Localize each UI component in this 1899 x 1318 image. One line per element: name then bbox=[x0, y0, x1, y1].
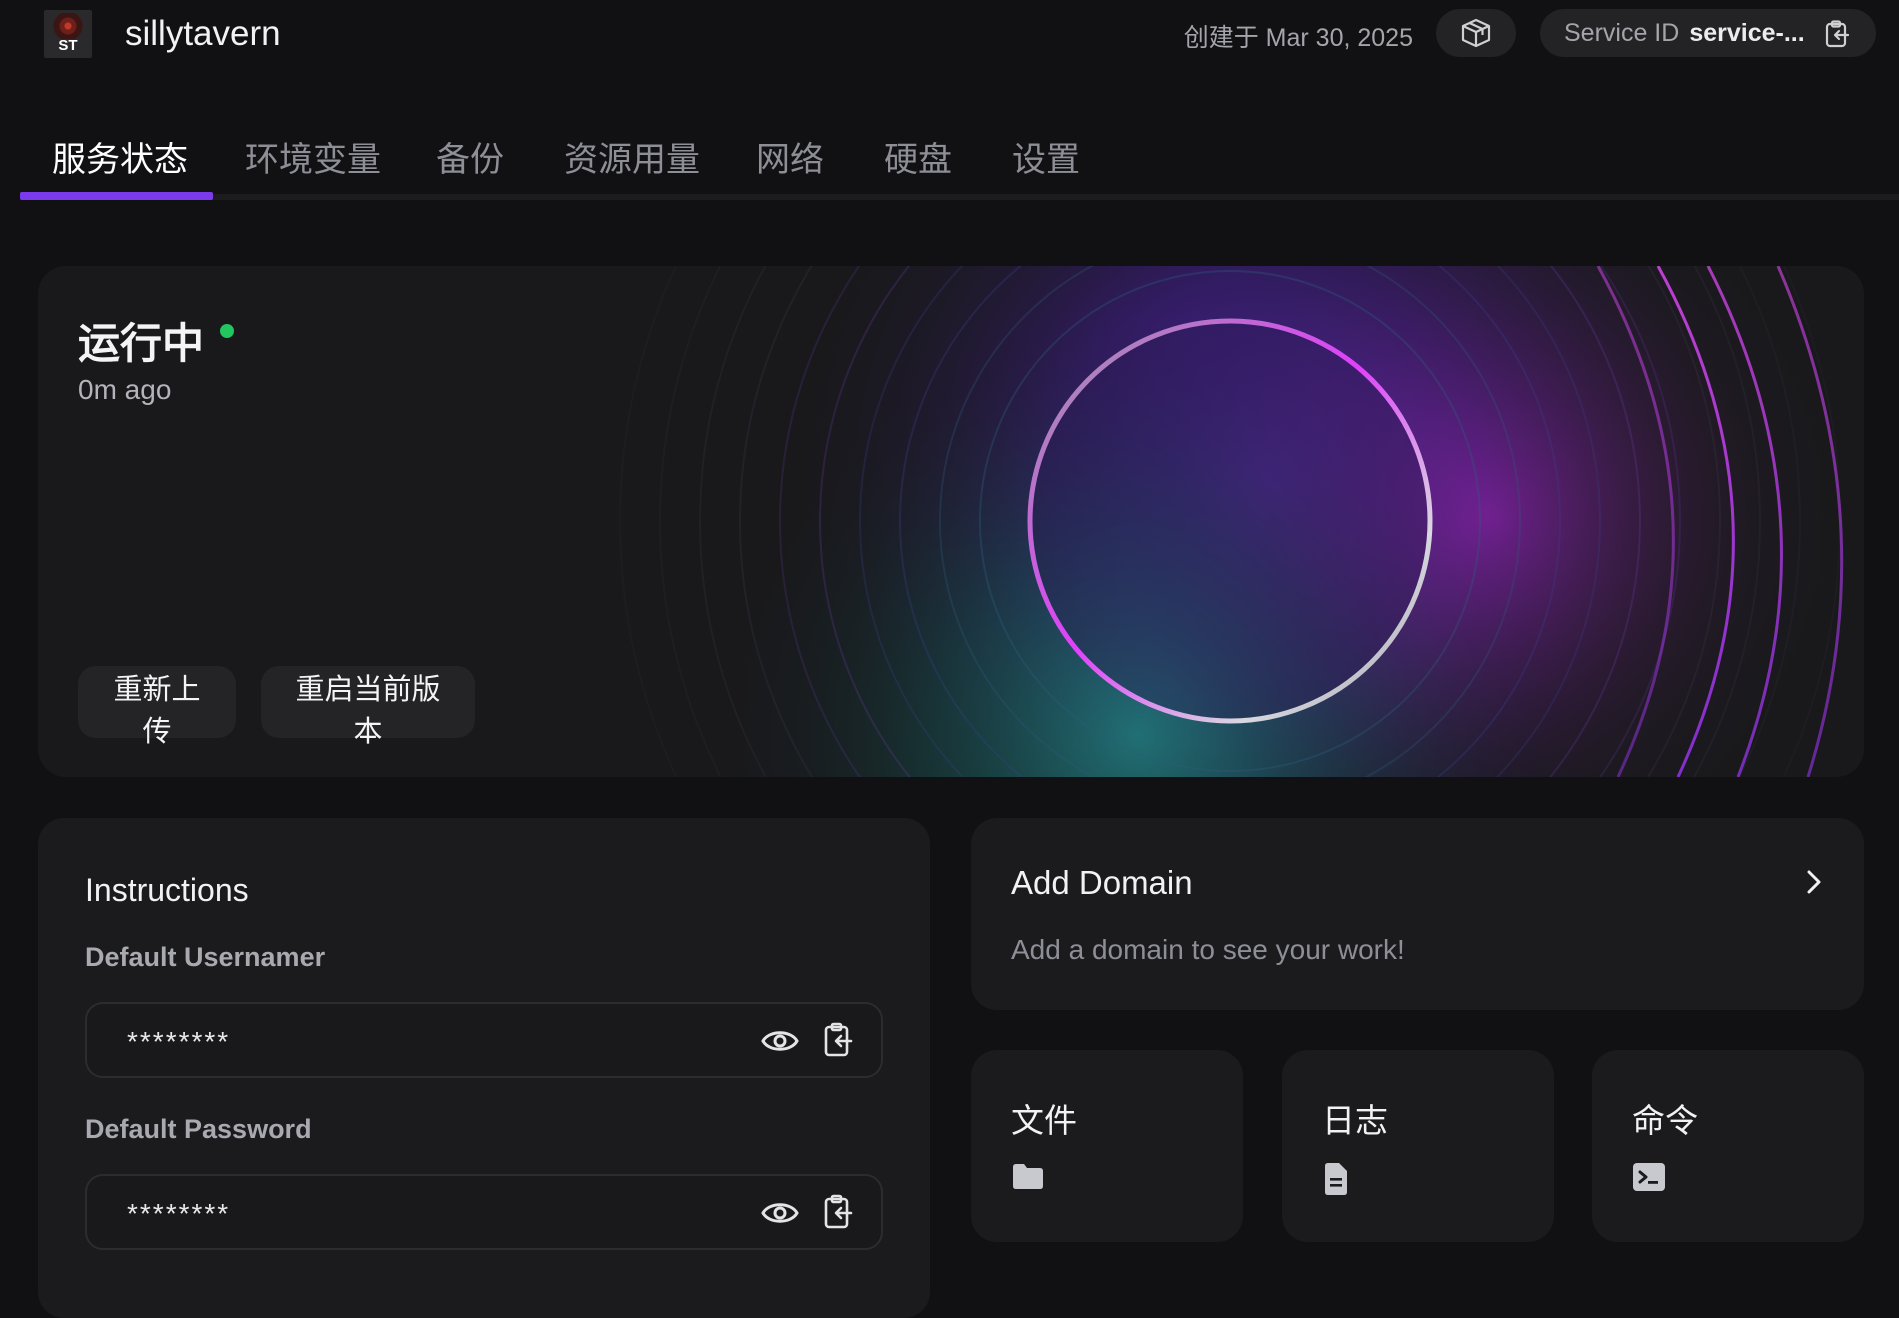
commands-label: 命令 bbox=[1632, 1102, 1698, 1139]
commands-card[interactable]: 命令 bbox=[1592, 1050, 1864, 1242]
tab-resource-usage[interactable]: 资源用量 bbox=[564, 132, 700, 181]
restart-version-button[interactable]: 重启当前版本 bbox=[261, 666, 475, 748]
username-value: ******** bbox=[127, 1026, 231, 1057]
copy-password-button[interactable] bbox=[823, 1194, 853, 1235]
tab-disk[interactable]: 硬盘 bbox=[884, 132, 952, 181]
service-status-title: 运行中 bbox=[78, 320, 205, 367]
app-logo: ST bbox=[44, 10, 92, 58]
reveal-username-button[interactable] bbox=[761, 1024, 799, 1063]
password-field[interactable]: ******** bbox=[85, 1174, 883, 1250]
chevron-right-icon bbox=[1804, 868, 1824, 901]
status-indicator-dot bbox=[220, 324, 234, 338]
password-label: Default Password bbox=[85, 1114, 312, 1144]
status-hero-card: 运行中 0m ago 重新上传 重启当前版本 bbox=[38, 266, 1864, 777]
copy-service-id-button[interactable] bbox=[1824, 20, 1850, 53]
reupload-button[interactable]: 重新上传 bbox=[78, 666, 236, 748]
tab-backup[interactable]: 备份 bbox=[436, 132, 504, 181]
clipboard-icon bbox=[824, 1022, 853, 1057]
folder-icon bbox=[1011, 1162, 1045, 1195]
copy-username-button[interactable] bbox=[823, 1022, 853, 1063]
tab-service-status[interactable]: 服务状态 bbox=[52, 132, 188, 181]
cube-icon bbox=[1461, 18, 1491, 48]
app-name: sillytavern bbox=[125, 14, 281, 53]
service-id-pill: Service ID service-... bbox=[1540, 9, 1876, 57]
status-time: 0m ago bbox=[78, 374, 172, 405]
service-id-value: service-... bbox=[1689, 18, 1805, 47]
terminal-icon bbox=[1632, 1162, 1666, 1197]
add-domain-card[interactable]: Add Domain Add a domain to see your work… bbox=[971, 818, 1864, 1010]
tab-network[interactable]: 网络 bbox=[756, 132, 824, 181]
logs-card[interactable]: 日志 bbox=[1282, 1050, 1554, 1242]
eye-icon bbox=[761, 1031, 799, 1051]
logs-label: 日志 bbox=[1322, 1102, 1388, 1139]
created-date: 创建于 Mar 30, 2025 bbox=[1183, 24, 1413, 52]
files-label: 文件 bbox=[1011, 1102, 1077, 1139]
package-button[interactable] bbox=[1436, 9, 1516, 57]
username-label: Default Usernamer bbox=[85, 942, 326, 972]
document-icon bbox=[1322, 1162, 1350, 1201]
username-field[interactable]: ******** bbox=[85, 1002, 883, 1078]
clipboard-icon bbox=[1825, 20, 1850, 48]
reveal-password-button[interactable] bbox=[761, 1196, 799, 1235]
top-bar: ST sillytavern 创建于 Mar 30, 2025 Service … bbox=[0, 0, 1899, 70]
logo-burst-graphic bbox=[52, 13, 84, 39]
instructions-card: Instructions Default Usernamer ******** … bbox=[38, 818, 930, 1318]
tab-settings[interactable]: 设置 bbox=[1012, 132, 1080, 181]
files-card[interactable]: 文件 bbox=[971, 1050, 1243, 1242]
add-domain-title: Add Domain bbox=[1011, 864, 1193, 901]
eye-icon bbox=[761, 1203, 799, 1223]
logo-text: ST bbox=[58, 37, 78, 54]
password-value: ******** bbox=[127, 1198, 231, 1229]
add-domain-subtitle: Add a domain to see your work! bbox=[1011, 934, 1405, 965]
clipboard-icon bbox=[824, 1194, 853, 1229]
instructions-title: Instructions bbox=[85, 872, 249, 908]
tab-env-vars[interactable]: 环境变量 bbox=[245, 132, 381, 181]
tab-bar: 服务状态 环境变量 备份 资源用量 网络 硬盘 设置 bbox=[20, 120, 1899, 200]
service-id-label: Service ID bbox=[1564, 18, 1680, 47]
active-tab-indicator bbox=[20, 192, 213, 200]
